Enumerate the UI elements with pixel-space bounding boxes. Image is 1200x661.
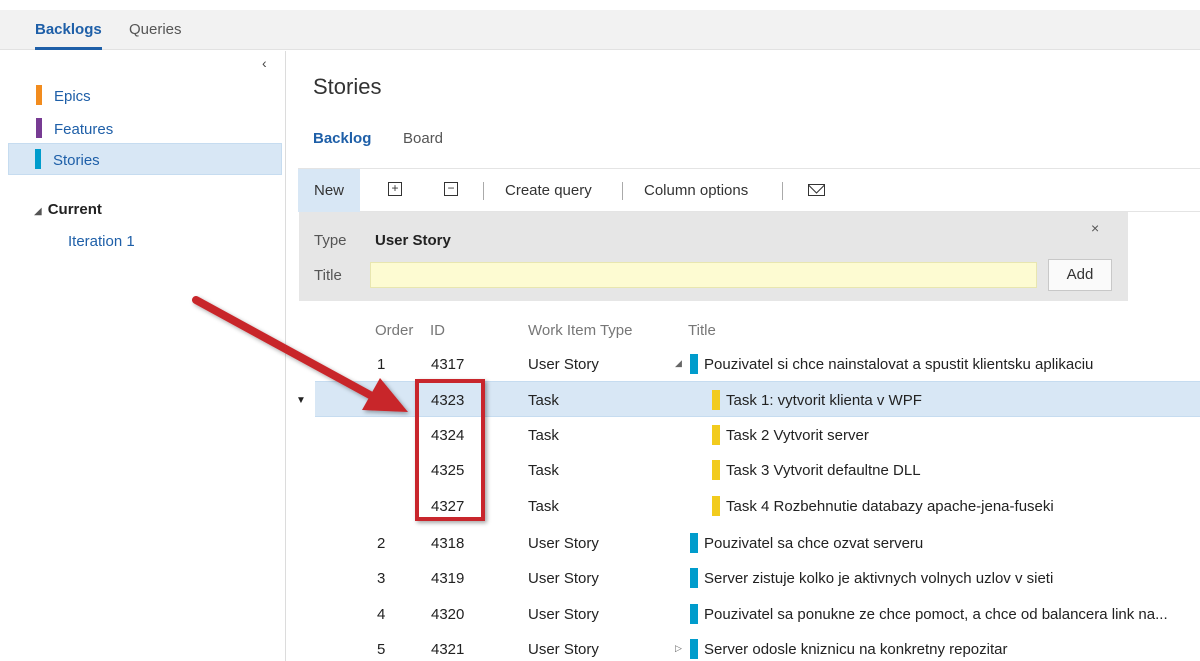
annotation-highlight-box — [415, 379, 485, 521]
annotation-arrow — [192, 296, 408, 412]
